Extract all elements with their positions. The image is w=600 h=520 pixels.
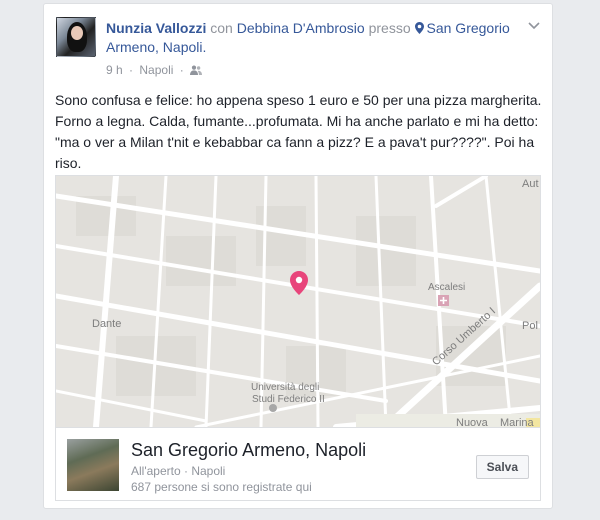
meta-place-link[interactable]: Napoli xyxy=(139,63,173,77)
meta-separator-2: · xyxy=(179,63,184,77)
timestamp-link[interactable]: 9 h xyxy=(106,63,123,77)
avatar[interactable] xyxy=(56,17,96,57)
friends-icon[interactable] xyxy=(190,65,203,75)
location-pin-icon xyxy=(414,22,424,34)
map-label-pol: Pol xyxy=(522,320,538,332)
map-label-universita-2: Studi Federico II xyxy=(252,394,325,405)
post-card: Nunzia Vallozzi con Debbina D'Ambrosio p… xyxy=(43,3,553,509)
place-category: All'aperto · Napoli xyxy=(131,464,226,478)
post-meta: 9 h · Napoli · xyxy=(106,62,203,78)
chevron-down-icon[interactable] xyxy=(528,22,540,30)
map-label-aut: Aut xyxy=(522,178,539,190)
map-label-ascalesi: Ascalesi xyxy=(428,282,465,293)
place-checkins: 687 persone si sono registrate qui xyxy=(131,480,312,494)
place-info: San Gregorio Armeno, Napoli All'aperto ·… xyxy=(56,427,540,500)
meta-separator: · xyxy=(129,63,134,77)
university-icon xyxy=(269,404,277,412)
hospital-icon xyxy=(438,295,449,306)
place-thumbnail[interactable] xyxy=(67,439,119,491)
map-label-nuova: Nuova xyxy=(456,417,489,427)
post-header: Nunzia Vallozzi con Debbina D'Ambrosio p… xyxy=(106,19,516,57)
map-label-dante: Dante xyxy=(92,318,121,330)
tagged-friend-link[interactable]: Debbina D'Ambrosio xyxy=(237,20,365,36)
post-text: Sono confusa e felice: ho appena speso 1… xyxy=(55,92,542,171)
location-attachment[interactable]: Dante Università degli Studi Federico II… xyxy=(55,175,541,501)
map[interactable]: Dante Università degli Studi Federico II… xyxy=(56,176,540,427)
save-button[interactable]: Salva xyxy=(475,455,529,479)
map-label-marina: Marina xyxy=(500,417,535,427)
at-word: presso xyxy=(368,20,411,36)
map-label-universita-1: Università degli xyxy=(251,382,319,393)
place-name[interactable]: San Gregorio Armeno, Napoli xyxy=(131,439,366,461)
with-word: con xyxy=(210,20,233,36)
author-link[interactable]: Nunzia Vallozzi xyxy=(106,20,206,36)
